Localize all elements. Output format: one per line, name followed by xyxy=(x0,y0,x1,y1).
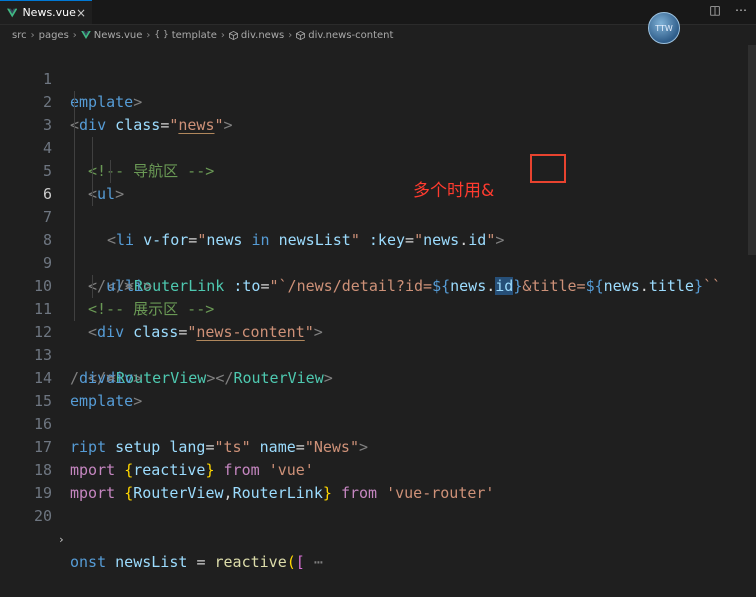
chevron-right-icon: › xyxy=(30,29,35,41)
code-line: 18 mport {RouterView,RouterLink} from 'v… xyxy=(0,436,756,502)
indent-guide xyxy=(110,160,111,183)
code-line: 4 <ul> xyxy=(0,114,756,203)
close-icon[interactable]: × xyxy=(76,6,86,20)
code-line: 8 </ul> xyxy=(0,206,756,295)
indent-guide xyxy=(74,160,75,183)
code-line: 5 <li v-for="news in newsList" :key="new… xyxy=(0,137,756,249)
code-line: 3 <!-- 导航区 --> xyxy=(0,91,756,180)
tab-title: News.vue xyxy=(22,6,76,19)
code-token: reactive xyxy=(214,553,287,571)
chevron-right-icon: › xyxy=(72,29,77,41)
breadcrumb-pages[interactable]: pages xyxy=(39,30,69,41)
code-line: 1 emplate> xyxy=(0,45,756,111)
more-actions-icon[interactable]: ⋯ xyxy=(734,3,748,17)
code-line: 11 <RouterView></RouterView> xyxy=(0,275,756,387)
vue-icon xyxy=(7,8,18,17)
cube-icon xyxy=(296,30,306,40)
indent-guide xyxy=(92,160,93,183)
indent-guide xyxy=(74,298,75,321)
code-line: 2 <div class="news"> xyxy=(0,68,756,134)
fold-chevron-icon[interactable]: › xyxy=(58,528,65,551)
indent-guide xyxy=(92,137,93,160)
indent-guide xyxy=(74,114,75,137)
avatar: TTW xyxy=(648,12,680,44)
indent-guide xyxy=(92,183,93,206)
breadcrumb-file[interactable]: News.vue xyxy=(80,30,142,41)
code-editor[interactable]: 1 emplate> 2 <div class="news"> 3 <!-- 导… xyxy=(0,45,756,571)
code-line: 19 xyxy=(0,459,756,502)
chevron-right-icon: › xyxy=(288,29,293,41)
line-number: 20 xyxy=(33,507,52,525)
annotation-text: 多个时用& xyxy=(413,181,495,201)
split-editor-icon[interactable]: ◫ xyxy=(708,3,722,17)
indent-guide xyxy=(74,275,75,298)
code-line: 12 </div> xyxy=(0,298,756,387)
code-token: newsList xyxy=(115,553,188,571)
indent-guide xyxy=(74,183,75,206)
breadcrumb-src[interactable]: src xyxy=(12,30,27,41)
cube-icon xyxy=(228,30,238,40)
code-line: 14 emplate> xyxy=(0,344,756,410)
code-line: 9 <!-- 展示区 --> xyxy=(0,229,756,318)
code-token: [ xyxy=(295,553,305,571)
code-line: 7 </li> xyxy=(0,183,756,295)
scrollbar[interactable] xyxy=(748,45,756,255)
breadcrumb-template[interactable]: { } template xyxy=(154,30,216,41)
code-token: ⋯ xyxy=(313,553,323,571)
braces-icon: { } xyxy=(154,30,169,40)
code-line: 10 <div class="news-content"> xyxy=(0,252,756,341)
code-token: onst xyxy=(70,553,107,571)
code-token: ( xyxy=(286,553,296,571)
indent-guide xyxy=(74,252,75,275)
breadcrumb-div-news[interactable]: div.news xyxy=(228,30,284,41)
breadcrumb-div-news-content[interactable]: div.news-content xyxy=(296,30,393,41)
breadcrumb: src › pages › News.vue › { } template › … xyxy=(0,25,756,45)
chevron-right-icon: › xyxy=(220,29,225,41)
vue-icon xyxy=(80,31,91,39)
code-line: 13 /div> xyxy=(0,321,756,387)
chevron-right-icon: › xyxy=(146,29,151,41)
code-line: 20 › onst newsList = reactive([ ⋯ xyxy=(0,482,756,571)
indent-guide xyxy=(74,91,75,114)
indent-guide xyxy=(92,275,93,298)
code-token: = xyxy=(196,553,206,571)
code-line: 15 xyxy=(0,367,756,410)
indent-guide xyxy=(74,229,75,252)
indent-guide xyxy=(74,137,75,160)
code-line: 6 <RouterLink :to="`/news/detail?id=${ne… xyxy=(0,160,756,295)
code-line: 16 ript setup lang="ts" name="News"> xyxy=(0,390,756,456)
tab-bar: News.vue × ◫ ⋯ xyxy=(0,0,756,25)
highlight-box xyxy=(530,154,566,183)
tab-news-vue[interactable]: News.vue × xyxy=(0,0,92,24)
code-line: 17 mport {reactive} from 'vue' xyxy=(0,413,756,479)
indent-guide xyxy=(74,206,75,229)
